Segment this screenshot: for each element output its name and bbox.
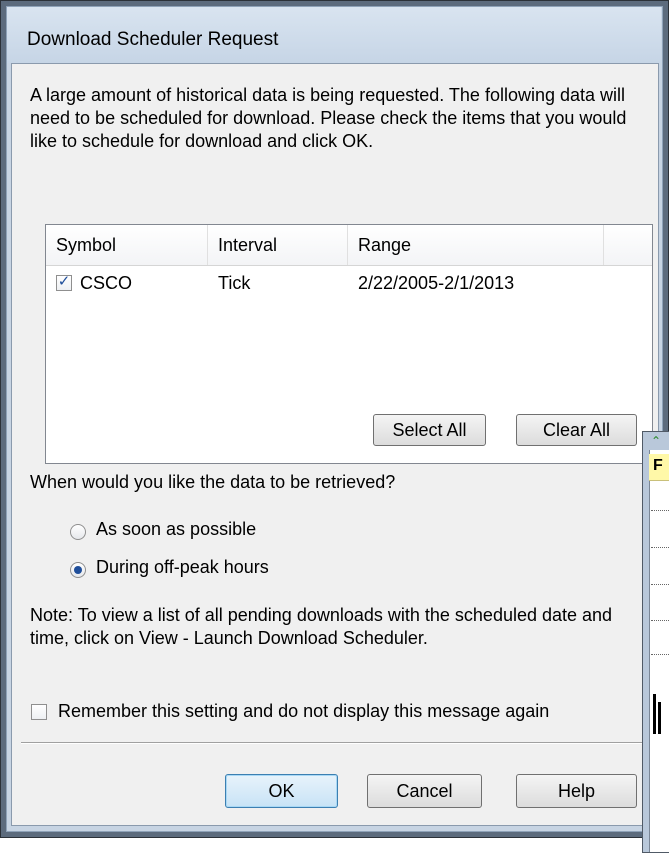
retrieval-question: When would you like the data to be retri…	[30, 472, 396, 492]
price-bar	[658, 702, 661, 734]
remember-checkbox[interactable]	[31, 704, 47, 720]
app-icon: ⌃	[651, 434, 662, 448]
column-header-symbol[interactable]: Symbol	[46, 225, 208, 265]
radio-asap-label[interactable]: As soon as possible	[96, 518, 256, 541]
column-header-range[interactable]: Range	[348, 225, 604, 265]
row-checkbox[interactable]: ✓	[56, 272, 72, 291]
cancel-button[interactable]: Cancel	[367, 774, 482, 808]
background-header-letter: F	[653, 457, 663, 474]
intro-message: A large amount of historical data is bei…	[30, 85, 627, 151]
row-symbol: CSCO	[80, 273, 133, 293]
radio-asap-circle[interactable]	[70, 524, 86, 540]
ok-button[interactable]: OK	[225, 774, 338, 808]
dotted-gridline	[651, 654, 669, 655]
price-bar	[653, 694, 656, 734]
radio-selected-dot	[74, 566, 82, 574]
checkmark-icon: ✓	[57, 272, 71, 290]
radio-off-peak-circle[interactable]	[70, 562, 86, 578]
background-window-header-row: F	[649, 454, 669, 481]
dialog-client-area: A large amount of historical data is bei…	[11, 63, 659, 826]
list-header: Symbol Interval Range	[46, 225, 652, 266]
title-bar[interactable]: Download Scheduler Request	[7, 7, 661, 63]
dotted-gridline	[651, 584, 669, 585]
bottom-separator	[21, 742, 650, 744]
window-title: Download Scheduler Request	[27, 29, 279, 50]
help-button[interactable]: Help	[516, 774, 637, 808]
clear-all-button[interactable]: Clear All	[516, 414, 637, 446]
remember-label[interactable]: Remember this setting and do not display…	[58, 700, 549, 723]
note-text: Note: To view a list of all pending down…	[30, 605, 613, 648]
row-range: 2/22/2005-2/1/2013	[358, 273, 515, 293]
dotted-gridline	[651, 620, 669, 621]
list-row[interactable]: ✓ CSCO Tick 2/22/2005-2/1/2013	[46, 265, 652, 301]
dotted-gridline	[651, 547, 669, 548]
background-window[interactable]: ⌃ F	[642, 431, 669, 853]
radio-off-peak-label[interactable]: During off-peak hours	[96, 556, 269, 579]
row-interval: Tick	[218, 273, 251, 293]
column-header-interval[interactable]: Interval	[208, 225, 348, 265]
select-all-button[interactable]: Select All	[373, 414, 486, 446]
dotted-gridline	[651, 510, 669, 511]
